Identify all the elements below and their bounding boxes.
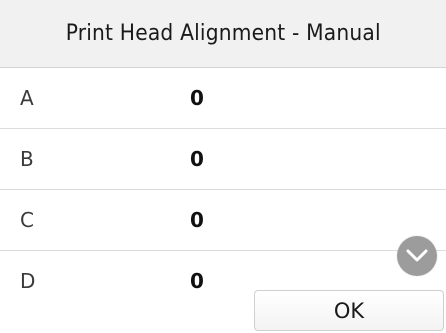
list-item-b[interactable]: B 0 xyxy=(0,129,446,190)
row-label: B xyxy=(20,147,34,171)
row-label: D xyxy=(20,269,36,290)
ok-button[interactable]: OK xyxy=(254,290,444,331)
list-item-c[interactable]: C 0 xyxy=(0,190,446,251)
list-item-a[interactable]: A 0 xyxy=(0,68,446,129)
list-item-d[interactable]: D 0 xyxy=(0,251,446,290)
row-value: 0 xyxy=(190,208,204,232)
scroll-down-button[interactable] xyxy=(397,236,437,276)
row-value: 0 xyxy=(190,269,204,290)
row-value: 0 xyxy=(190,147,204,171)
row-label: A xyxy=(20,86,34,110)
chevron-down-icon xyxy=(406,249,428,262)
page-title: Print Head Alignment - Manual xyxy=(65,21,381,46)
row-label: C xyxy=(20,208,34,232)
screen-header: Print Head Alignment - Manual xyxy=(0,0,446,68)
row-value: 0 xyxy=(190,86,204,110)
alignment-list[interactable]: A 0 B 0 C 0 D 0 xyxy=(0,68,446,290)
